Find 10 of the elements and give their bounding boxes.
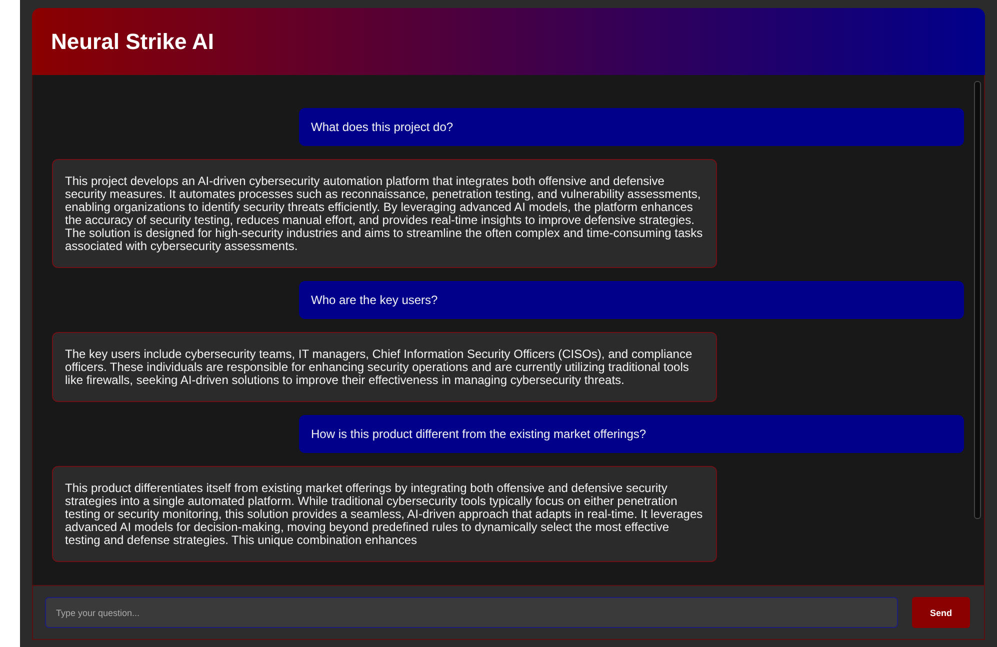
assistant-message: This project develops an AI-driven cybersecurity automation platform that integrates both offensive and defensive security measures. It automates processes such as reconnaissance, penetration testing, and vulnerability assessments, enabling organizations to identify security threats efficiently. By leveraging advanced AI models, the platform enhances the accuracy of security testing, reduces manual effort, and provides real-time insights to improve defensive strategies. The solution is designed for high-security industries and aims to streamline the often complex and time-consuming tasks associated with cybersecurity assessments. — [52, 159, 717, 268]
send-button[interactable]: Send — [912, 597, 970, 628]
question-input[interactable]: Type your question... — [45, 597, 898, 628]
user-message: How is this product different from the existing market offerings? — [299, 415, 964, 453]
assistant-message: This product differentiates itself from existing market offerings by integrating both offensive and defensive security strategies into a single automated platform. While traditional cybersecurity tools typically focus on either penetration testing or security monitoring, this solution provides a seamless, AI-driven approach that adapts in real-time. It leverages advanced AI models for decision-making, moving beyond predefined rules to dynamically select the most effective testing and defense strategies. This unique combination enhances — [52, 466, 717, 562]
assistant-message: The key users include cybersecurity teams, IT managers, Chief Information Security Officers (CISOs), and compliance officers. These individuals are responsible for enhancing security operations and are currently utilizing traditional tools like firewalls, seeking AI-driven solutions to improve their effectiveness in managing cybersecurity threats. — [52, 332, 717, 402]
user-message: Who are the key users? — [299, 281, 964, 319]
user-message: What does this project do? — [299, 108, 964, 146]
scrollbar[interactable] — [974, 81, 981, 519]
app-title: Neural Strike AI — [51, 28, 214, 54]
